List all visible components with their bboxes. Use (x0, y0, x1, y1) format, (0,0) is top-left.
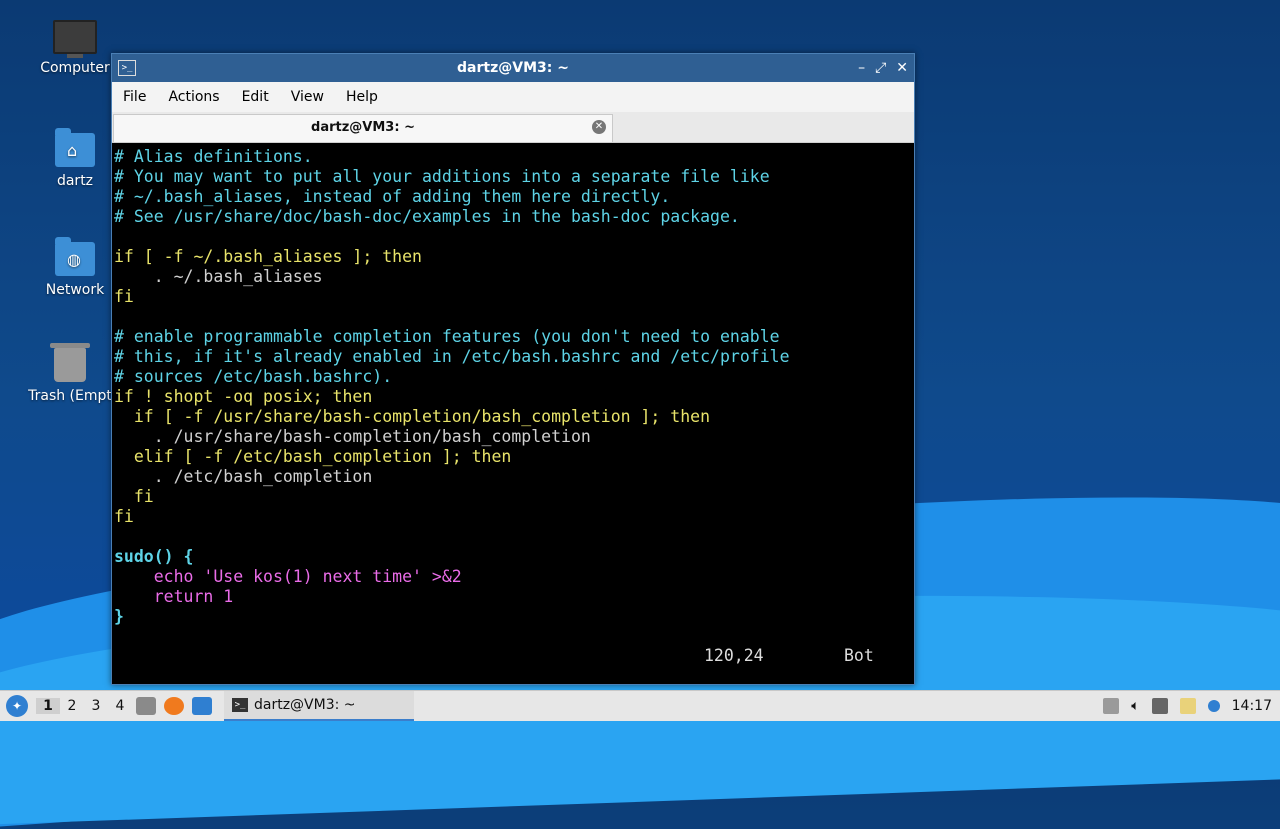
volume-icon[interactable]: 🔈︎ (1131, 698, 1139, 714)
terminal-window[interactable]: >_ dartz@VM3: ~ – ⤢ ✕ File Actions Edit … (111, 53, 915, 685)
terminal-line: # enable programmable completion feature… (114, 327, 780, 346)
desktop-icon-trash[interactable]: Trash (Empt (20, 343, 120, 404)
workspace-3[interactable]: 3 (84, 698, 108, 714)
network-icon[interactable] (1151, 698, 1168, 714)
desktop-icon-label: Trash (Empt (28, 388, 112, 404)
clock[interactable]: 14:17 (1232, 698, 1272, 714)
terminal-line: . /usr/share/bash-completion/bash_comple… (114, 427, 591, 446)
taskbar: ✦ 1 2 3 4 >_ dartz@VM3: ~ 🔈︎ 14:17 (0, 690, 1280, 721)
terminal-line: elif [ -f /etc/bash_completion ]; then (114, 447, 512, 466)
window-titlebar[interactable]: >_ dartz@VM3: ~ – ⤢ ✕ (112, 54, 914, 82)
cursor-position: 120,24 (704, 646, 764, 665)
system-tray: 🔈︎ 14:17 (1103, 698, 1280, 714)
terminal-line: # ~/.bash_aliases, instead of adding the… (114, 187, 671, 206)
terminal-line: fi (114, 487, 154, 506)
terminal-line: . ~/.bash_aliases (114, 267, 323, 286)
terminal-line: # You may want to put all your additions… (114, 167, 770, 186)
file-manager-icon[interactable] (136, 697, 156, 715)
terminal-line: if ! shopt -oq posix; then (114, 387, 373, 406)
desktop-icon-computer[interactable]: Computer (25, 20, 125, 76)
workspace-4[interactable]: 4 (108, 698, 132, 714)
workspace-2[interactable]: 2 (60, 698, 84, 714)
scroll-indicator: Bot (844, 646, 874, 665)
desktop-icon-label: dartz (56, 173, 94, 189)
desktop-icon-network[interactable]: ◍ Network (25, 237, 125, 298)
terminal-line: # this, if it's already enabled in /etc/… (114, 347, 790, 366)
menu-actions[interactable]: Actions (157, 89, 230, 105)
workspace-1[interactable]: 1 (36, 698, 60, 714)
terminal-line: if [ -f /usr/share/bash-completion/bash_… (114, 407, 711, 426)
taskbar-task-terminal[interactable]: >_ dartz@VM3: ~ (224, 691, 414, 721)
desktop-icon-label: Computer (40, 60, 110, 76)
terminal-line: return 1 (114, 587, 234, 606)
menu-help[interactable]: Help (335, 89, 389, 105)
firefox-icon[interactable] (164, 697, 184, 715)
network-folder-icon: ◍ (55, 237, 95, 276)
terminal-line: if [ -f ~/.bash_aliases ]; then (114, 247, 422, 266)
notification-icon[interactable] (1207, 700, 1220, 712)
terminal-content[interactable]: # Alias definitions. # You may want to p… (114, 146, 914, 684)
update-icon[interactable] (1103, 698, 1120, 714)
terminal-line: # See /usr/share/doc/bash-doc/examples i… (114, 207, 740, 226)
desktop-icon-home[interactable]: ⌂ dartz (25, 128, 125, 189)
start-menu-icon[interactable]: ✦ (6, 695, 28, 717)
menu-view[interactable]: View (280, 89, 335, 105)
task-label: dartz@VM3: ~ (254, 697, 356, 713)
terminal-line: . /etc/bash_completion (114, 467, 373, 486)
window-controls: – ⤢ ✕ (858, 54, 908, 82)
tab-terminal[interactable]: dartz@VM3: ~ ✕ (113, 114, 613, 142)
show-desktop-icon[interactable] (192, 697, 212, 715)
minimize-button[interactable]: – (858, 60, 865, 76)
window-title: dartz@VM3: ~ (457, 60, 569, 76)
terminal-line: fi (114, 287, 134, 306)
terminal-line: fi (114, 507, 134, 526)
terminal-icon: >_ (232, 698, 248, 712)
terminal-line: # sources /etc/bash.bashrc). (114, 367, 393, 386)
terminal-line: # Alias definitions. (114, 147, 313, 166)
close-button[interactable]: ✕ (896, 60, 908, 76)
clipboard-icon[interactable] (1179, 698, 1196, 714)
home-folder-icon: ⌂ (55, 128, 95, 167)
menu-edit[interactable]: Edit (231, 89, 280, 105)
vim-status-line: 120,24 Bot (114, 646, 914, 666)
maximize-button[interactable]: ⤢ (875, 60, 886, 76)
menu-file[interactable]: File (112, 89, 157, 105)
desktop-icon-label: Network (45, 282, 105, 298)
terminal-line: sudo() { (114, 547, 194, 566)
computer-icon (53, 20, 97, 58)
tab-bar: dartz@VM3: ~ ✕ (112, 112, 914, 143)
tab-label: dartz@VM3: ~ (311, 120, 415, 135)
tab-close-icon[interactable]: ✕ (592, 120, 606, 134)
terminal-line: echo 'Use kos(1) next time' >&2 (114, 567, 462, 586)
menubar: File Actions Edit View Help (112, 82, 914, 112)
terminal-line: } (114, 607, 124, 626)
trash-icon (50, 343, 90, 382)
